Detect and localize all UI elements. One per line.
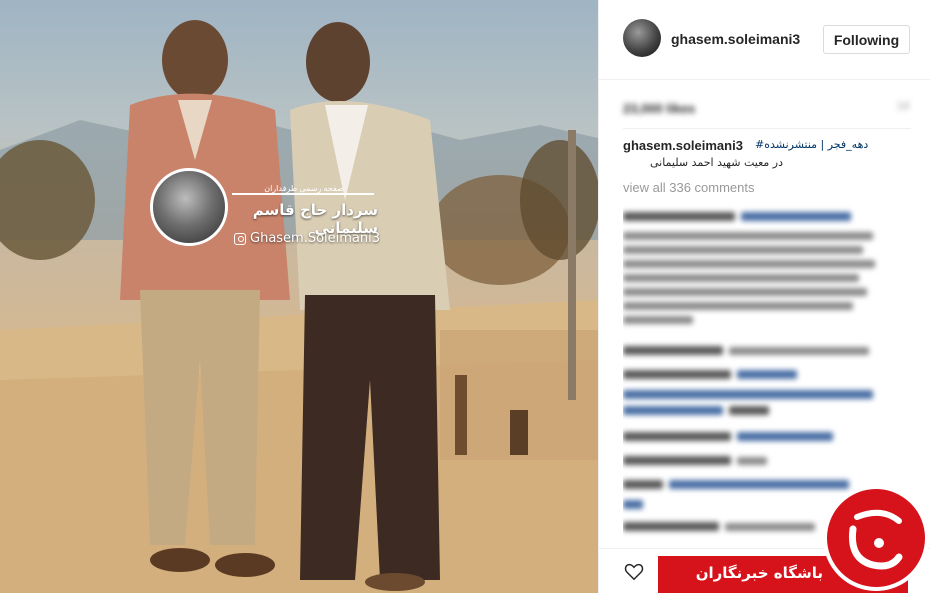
watermark-top-text: صفحه رسمی طرفداران (264, 184, 344, 193)
likes-count[interactable]: 23,000 likes (623, 101, 695, 116)
comment-item (623, 428, 885, 446)
watermark-avatar (150, 168, 228, 246)
watermark-handle: Ghasem.Soleimani3 (234, 231, 380, 246)
caption-text: در معیت شهید احمد سلیمانی (649, 156, 783, 169)
instagram-icon (234, 232, 246, 245)
avatar[interactable] (623, 19, 661, 57)
agency-logo-glyph (848, 509, 903, 570)
comments-list[interactable]: ghasem.soleimani3 دهه_فجر | منتشرنشده# د… (623, 136, 913, 540)
photo-scene (0, 20, 598, 593)
watermark-divider (232, 193, 374, 195)
post-time: 1d (896, 100, 909, 112)
post-header: ghasem.soleimani3 Following (599, 0, 930, 80)
likes-row: 23,000 likes 1d (623, 100, 911, 116)
comment-item (623, 342, 885, 360)
comment-item (623, 366, 885, 417)
header-username[interactable]: ghasem.soleimani3 (671, 31, 800, 47)
agency-banner-text: باشگاه خبرنگاران (695, 564, 823, 582)
following-button[interactable]: Following (823, 25, 910, 54)
post-photo[interactable]: صفحه رسمی طرفداران سردار حاج قاسم سلیمان… (0, 0, 598, 593)
heart-icon[interactable] (623, 560, 645, 582)
divider (623, 128, 911, 129)
caption-username[interactable]: ghasem.soleimani3 (623, 138, 743, 153)
view-all-comments-link[interactable]: view all 336 comments (623, 180, 755, 195)
comment-item (623, 452, 885, 470)
watermark-handle-text: Ghasem.Soleimani3 (250, 231, 381, 246)
caption-hashtags[interactable]: دهه_فجر | منتشرنشده# (755, 138, 868, 151)
agency-logo (823, 485, 929, 591)
comment-item (623, 208, 885, 324)
